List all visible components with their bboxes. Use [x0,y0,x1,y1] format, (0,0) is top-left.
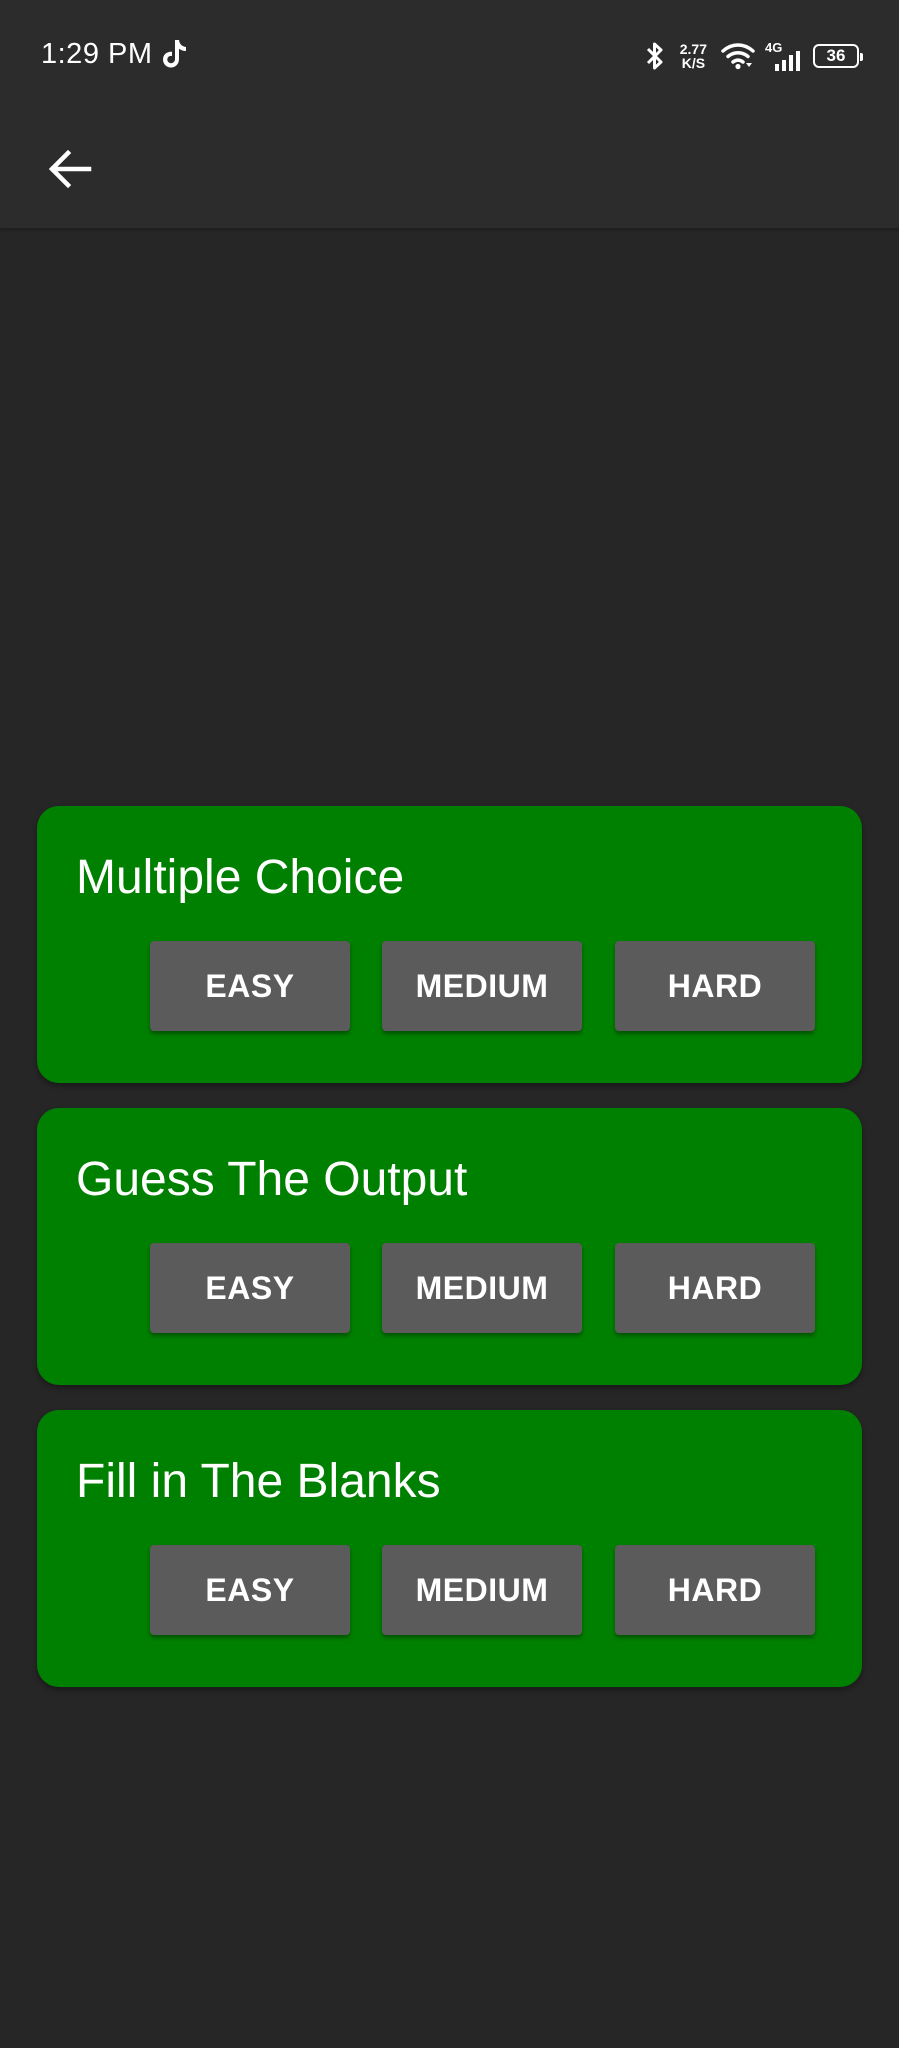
status-icons: 2.77 K/S 4G 36 [644,36,863,76]
card-guess-the-output: Guess The Output EASY MEDIUM HARD [37,1108,862,1385]
card-fill-in-the-blanks: Fill in The Blanks EASY MEDIUM HARD [37,1410,862,1687]
battery-level: 36 [826,46,846,65]
arrow-left-icon [48,150,92,188]
speed-unit: K/S [681,55,706,71]
wifi-icon [721,43,755,70]
card-title: Fill in The Blanks [76,1455,441,1508]
back-button[interactable] [30,134,110,204]
bluetooth-icon [646,42,663,70]
card-title: Guess The Output [76,1153,468,1206]
network-speed: 2.77 K/S [680,42,707,70]
signal-icon [775,51,800,71]
easy-button[interactable]: EASY [150,941,350,1031]
hard-button[interactable]: HARD [615,1243,815,1333]
card-multiple-choice: Multiple Choice EASY MEDIUM HARD [37,806,862,1083]
card-title: Multiple Choice [76,851,405,904]
medium-button[interactable]: MEDIUM [382,1545,582,1635]
medium-button[interactable]: MEDIUM [382,1243,582,1333]
app-bar [0,110,899,228]
speed-value: 2.77 [679,41,707,57]
medium-button[interactable]: MEDIUM [382,941,582,1031]
status-time: 1:29 PM [41,38,153,70]
tiktok-icon [163,40,186,68]
status-bar: 1:29 PM 2.77 K/S 4G 36 [0,0,899,110]
battery-icon: 36 [813,44,863,68]
screen: 1:29 PM 2.77 K/S 4G 36 Multiple Choice E… [0,0,899,2048]
hard-button[interactable]: HARD [615,1545,815,1635]
hard-button[interactable]: HARD [615,941,815,1031]
cellular-group: 4G [765,40,803,72]
easy-button[interactable]: EASY [150,1545,350,1635]
easy-button[interactable]: EASY [150,1243,350,1333]
